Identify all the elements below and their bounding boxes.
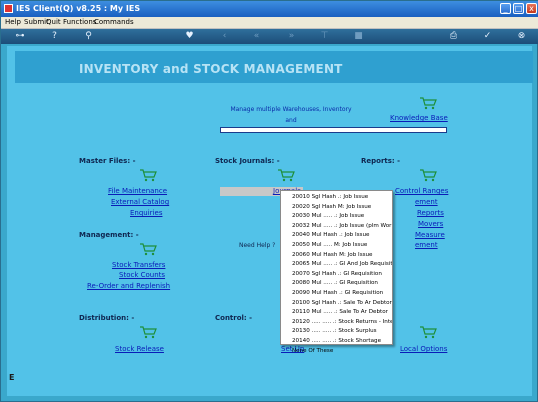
menu-item[interactable]: 20040 Mul Hash .: Job Issue [281, 231, 392, 241]
enquiries-link[interactable]: Enquiries [130, 209, 162, 217]
funnel-icon[interactable]: ⊤ [319, 31, 330, 42]
intro-line-1: Manage multiple Warehouses, Inventory an… [230, 106, 352, 124]
footer-mark: E [9, 373, 15, 382]
app-window: IES Client(Q) v8.25 : My IES _ □ x Help … [0, 0, 538, 402]
menu-item[interactable]: 20032 Mul ..... .: Job Issue (plm Works … [281, 222, 392, 232]
key-icon[interactable]: ⊶ [11, 31, 29, 42]
page-title: INVENTORY and STOCK MANAGEMENT [79, 62, 343, 76]
journal-dropdown-menu: 20010 Sgl Hash .: Job Issue 20020 Sgl Ha… [280, 190, 393, 354]
movers-link[interactable]: Movers [418, 220, 443, 228]
back-icon[interactable]: ‹ [219, 31, 230, 42]
management-title: Management: - [79, 231, 139, 239]
menu-item-none[interactable]: None Of These [281, 347, 392, 357]
measure-link[interactable]: Measure [415, 231, 445, 239]
menu-quit[interactable]: Quit [46, 18, 61, 26]
stock-journals-title: Stock Journals: - [215, 157, 280, 165]
menu-help[interactable]: Help [5, 18, 21, 26]
menu-item[interactable]: 20110 Mul ..... .: Sale To Ar Debtor [281, 308, 392, 318]
stock-transfers-link[interactable]: Stock Transfers [112, 261, 165, 269]
reports-link[interactable]: Reports [417, 209, 444, 217]
menu-item[interactable]: 20090 Mul Hash .: Gl Requisition [281, 289, 392, 299]
cart-icon [277, 168, 295, 182]
content-frame [7, 46, 532, 396]
menu-item[interactable]: 20060 Mul Hash M: Job Issue [281, 251, 392, 261]
rewind-icon[interactable]: « [251, 31, 262, 42]
knowledge-base-link[interactable]: Knowledge Base [390, 114, 448, 122]
menu-item[interactable]: 20020 Sgl Hash M: Job Issue [281, 203, 392, 213]
menu-commands[interactable]: Commands [94, 18, 134, 26]
control-title: Control: - [215, 314, 253, 322]
menu-item[interactable]: 20080 Mul ..... .: Gl Requisition [281, 279, 392, 289]
distribution-title: Distribution: - [79, 314, 135, 322]
progress-bar [220, 127, 447, 133]
menu-item[interactable]: 20070 Sgl Hash .: Gl Requisition [281, 270, 392, 280]
reports-management-link[interactable]: ement [415, 198, 438, 206]
maximize-button[interactable]: □ [513, 3, 524, 14]
cart-icon [139, 242, 157, 256]
stock-counts-link[interactable]: Stock Counts [119, 271, 165, 279]
menu-bar: Help Submit Quit Functions Commands [1, 17, 538, 29]
close-button[interactable]: x [526, 3, 537, 14]
heart-icon[interactable]: ♥ [184, 31, 195, 42]
cart-icon [139, 168, 157, 182]
master-files-title: Master Files: - [79, 157, 136, 165]
menu-item[interactable]: 20065 Mul ..... .: Gl And Job Requisitio… [281, 260, 392, 270]
menu-item[interactable]: 20140 ..... ..... .: Stock Shortage [281, 337, 392, 347]
menu-item[interactable]: 20030 Mul ..... .: Job Issue [281, 212, 392, 222]
search-icon[interactable]: ⚲ [83, 31, 94, 42]
cart-icon [419, 96, 437, 110]
menu-item[interactable]: 20010 Sgl Hash .: Job Issue [281, 193, 392, 203]
local-options-link[interactable]: Local Options [400, 345, 447, 353]
cancel-icon[interactable]: ⊗ [516, 31, 527, 42]
help-icon[interactable]: ? [49, 31, 60, 42]
menu-item[interactable]: 20100 Sgl Hash .: Sale To Ar Debtor [281, 299, 392, 309]
title-bar: IES Client(Q) v8.25 : My IES _ □ x [1, 1, 538, 17]
stop-icon[interactable]: ■ [353, 31, 364, 42]
reports-title: Reports: - [361, 157, 401, 165]
menu-functions[interactable]: Functions [63, 18, 96, 26]
menu-item[interactable]: 20120 ..... ..... .: Stock Returns - Int… [281, 318, 392, 328]
file-maintenance-link[interactable]: File Maintenance [108, 187, 167, 195]
menu-item[interactable]: 20050 Mul ..... M: Job Issue [281, 241, 392, 251]
toolbar: ⊶ ? ⚲ ♥ ‹ « » ⊤ ■ ⎙ ✓ ⊗ [1, 29, 538, 44]
forward-icon[interactable]: » [286, 31, 297, 42]
menu-item[interactable]: 20130 ..... ..... .: Stock Surplus [281, 327, 392, 337]
cart-icon [419, 325, 437, 339]
cart-icon [139, 325, 157, 339]
need-help-label: Need Help ? [239, 242, 276, 249]
reorder-replenish-link[interactable]: Re-Order and Replenish [87, 282, 170, 290]
management-link[interactable]: ement [415, 241, 438, 249]
external-catalog-link[interactable]: External Catalog [111, 198, 169, 206]
ok-icon[interactable]: ✓ [482, 31, 493, 42]
cart-icon [419, 168, 437, 182]
print-icon[interactable]: ⎙ [448, 31, 459, 42]
window-title: IES Client(Q) v8.25 : My IES [16, 4, 141, 13]
control-ranges-link[interactable]: Control Ranges [395, 187, 448, 195]
minimize-button[interactable]: _ [500, 3, 511, 14]
stock-release-link[interactable]: Stock Release [115, 345, 164, 353]
app-icon [4, 4, 13, 13]
